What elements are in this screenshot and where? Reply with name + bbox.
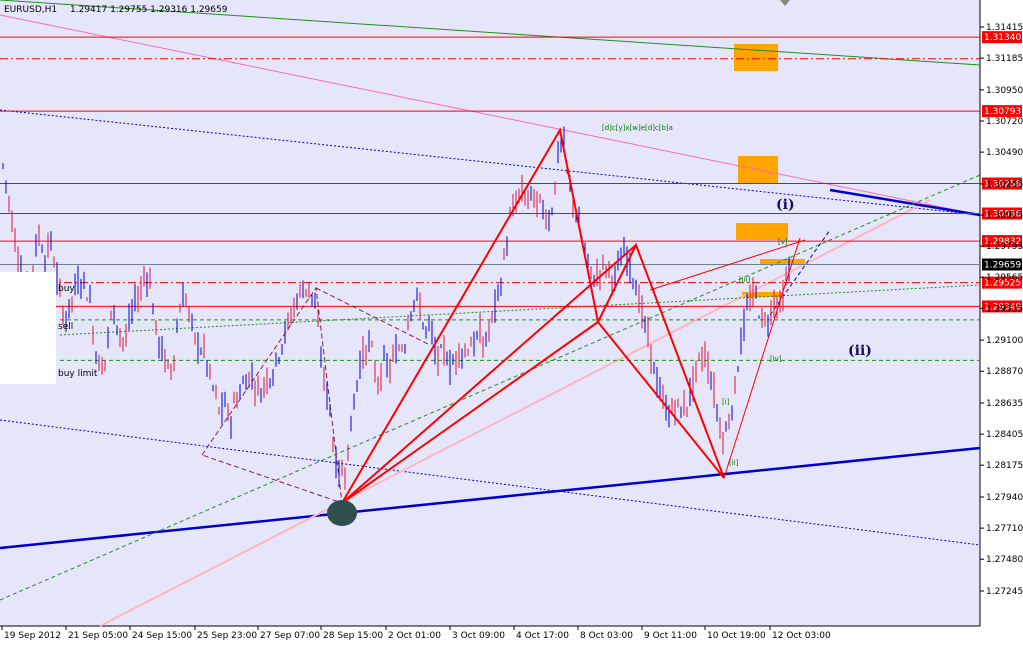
x-tick-label: 25 Sep 23:00 <box>197 631 257 641</box>
y-tick-label: 1.28635 <box>986 399 1023 409</box>
x-tick-label: 4 Oct 17:00 <box>516 631 569 641</box>
y-tick-label: 1.27480 <box>986 555 1023 565</box>
y-tick-label: 1.27245 <box>986 587 1023 597</box>
wave-label-v: [v] <box>778 238 788 246</box>
orange-zone <box>760 259 805 264</box>
order-buy-label: buy <box>58 284 75 294</box>
wave-label-ii: (ii) <box>848 343 872 359</box>
y-tick-label: 1.28175 <box>986 461 1023 471</box>
y-tick-label: 1.30255 <box>986 180 1023 190</box>
y-tick-label: 1.29795 <box>986 242 1023 252</box>
y-tick-label: 1.29565 <box>986 273 1023 283</box>
wave-label-iv: [iv] <box>770 355 782 363</box>
wave-label-iii: [iii] <box>739 276 751 284</box>
y-tick-label: 1.28405 <box>986 430 1023 440</box>
current-price-label: 1.29659 <box>984 261 1021 271</box>
y-tick-label: 1.31185 <box>986 54 1023 64</box>
x-tick-label: 24 Sep 15:00 <box>132 631 192 641</box>
y-tick-label: 1.30950 <box>986 86 1023 96</box>
order-buy-limit-label: buy limit <box>58 369 98 379</box>
wave-label-sub-i: [i] <box>722 398 730 406</box>
y-tick-label: 1.30720 <box>986 117 1023 127</box>
wave-label-i: (i) <box>776 197 795 213</box>
x-tick-label: 2 Oct 01:00 <box>388 631 441 641</box>
chart-symbol: EURUSD,H1 <box>4 5 57 15</box>
price-level-label: 1.30793 <box>984 107 1021 117</box>
x-tick-label: 3 Oct 09:00 <box>452 631 505 641</box>
x-tick-label: 19 Sep 2012 <box>4 631 61 641</box>
wave-label-top-series: [d]c[y]x[w]e[d]c[b]a <box>602 124 673 132</box>
x-tick-label: 12 Oct 03:00 <box>772 631 831 641</box>
y-tick-label: 1.28870 <box>986 367 1023 377</box>
axis-background <box>980 0 1023 644</box>
y-tick-label: 1.31415 <box>986 23 1023 33</box>
x-tick-label: 21 Sep 05:00 <box>68 631 128 641</box>
x-tick-label: 10 Oct 19:00 <box>707 631 766 641</box>
wave-label-sub-ii: [ii] <box>729 459 739 467</box>
y-tick-label: 1.30025 <box>986 211 1023 221</box>
order-sell-label: sell <box>58 322 73 332</box>
chart-shift-marker-icon[interactable] <box>780 0 790 6</box>
price-level-label: 1.31340 <box>984 33 1021 43</box>
chart-window: 1.31340 1.30793 1.30258 1.30036 1.29832 1.295… <box>0 0 1023 644</box>
y-tick-label: 1.27710 <box>986 524 1023 534</box>
y-tick-label: 1.29100 <box>986 336 1023 346</box>
price-chart: 1.313401.307931.302581.300361.298321.295… <box>0 0 1023 644</box>
y-tick-label: 1.30490 <box>986 148 1023 158</box>
x-tick-label: 8 Oct 03:00 <box>580 631 633 641</box>
pivot-marker <box>327 500 357 526</box>
orange-zone <box>734 44 778 71</box>
chart-quote: 1.29417 1.29755 1.29316 1.29659 <box>70 5 228 15</box>
x-tick-label: 9 Oct 11:00 <box>644 631 697 641</box>
x-tick-label: 27 Sep 07:00 <box>260 631 320 641</box>
y-tick-label: 1.27940 <box>986 493 1023 503</box>
x-tick-label: 28 Sep 15:00 <box>323 631 383 641</box>
y-tick-label: 1.29335 <box>986 304 1023 314</box>
trade-panel[interactable] <box>0 272 56 384</box>
